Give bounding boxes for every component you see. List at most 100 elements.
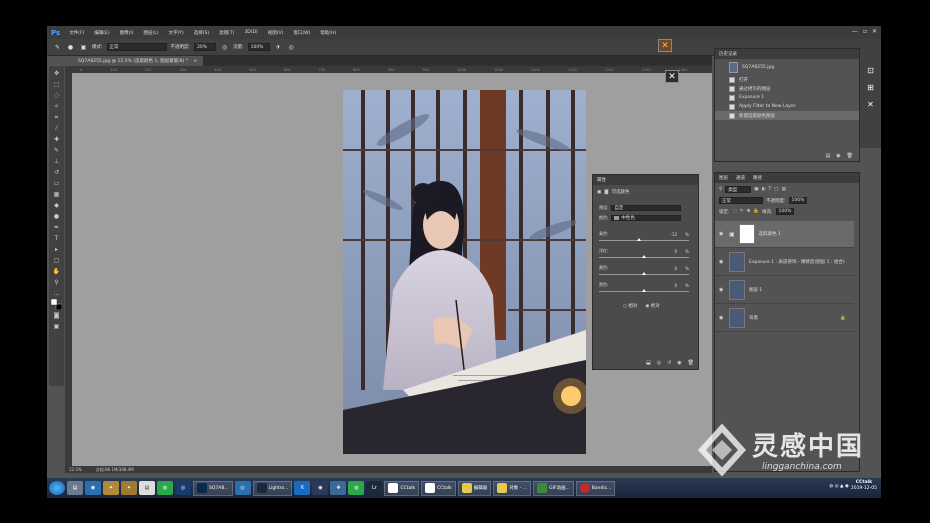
blur-tool-icon[interactable]: ◆ — [51, 200, 62, 211]
opacity-field[interactable]: 20% — [194, 43, 217, 51]
history-item[interactable]: 通过拷贝的图层 — [715, 84, 859, 93]
visibility-eye-icon[interactable]: ◉ — [719, 259, 725, 265]
brush-tool-icon[interactable]: ✎ — [53, 43, 62, 52]
history-brush-tool-icon[interactable]: ↺ — [51, 167, 62, 178]
menu-file[interactable]: 文件(F) — [64, 30, 89, 36]
kind-select[interactable]: 类型 — [725, 186, 752, 193]
trash-icon[interactable]: 🗑 — [847, 153, 853, 159]
slider-knob[interactable] — [642, 255, 646, 258]
filter-smart-icon[interactable]: ▤ — [782, 187, 786, 192]
visibility-icon[interactable]: ◉ — [677, 360, 681, 366]
taskbar-task[interactable]: GIF动画... — [533, 480, 574, 496]
crop-tool-icon[interactable]: ⌗ — [51, 112, 62, 123]
app-icon[interactable]: ◎ — [175, 481, 191, 495]
pressure-size-icon[interactable]: ◎ — [287, 43, 296, 52]
app-icon[interactable]: ✦ — [121, 481, 137, 495]
menu-type[interactable]: 文字(Y) — [164, 30, 189, 36]
app-icon[interactable]: ✦ — [103, 481, 119, 495]
zoom-tool-icon[interactable]: ⚲ — [51, 277, 62, 288]
slider-value[interactable]: 0 — [663, 249, 677, 254]
orange-close-icon[interactable]: ✕ — [658, 39, 672, 52]
new-document-from-state-icon[interactable]: ▤ — [826, 153, 831, 159]
relative-radio[interactable]: ○ 相对 — [623, 303, 637, 309]
visibility-eye-icon[interactable]: ◉ — [719, 315, 725, 321]
absolute-radio[interactable]: ◉ 绝对 — [645, 303, 659, 309]
colors-select[interactable]: 中性色 — [611, 215, 682, 221]
layer-row-background[interactable]: ◉ 背景 🔒 — [715, 305, 854, 332]
mode-select[interactable]: 正常 — [106, 43, 167, 51]
history-snapshot[interactable]: SQ7A8255.jpg — [715, 59, 859, 75]
minimize-icon[interactable]: — — [852, 28, 858, 35]
slider-knob[interactable] — [642, 289, 646, 292]
fill-field[interactable]: 100% — [775, 208, 794, 215]
tab-layers[interactable]: 图层 — [719, 175, 728, 181]
menu-filter[interactable]: 滤镜(T) — [214, 30, 239, 36]
filter-shape-icon[interactable]: ▢ — [774, 187, 778, 192]
layer-mask-thumbnail[interactable] — [738, 224, 755, 244]
history-item[interactable]: Exposure 1 — [715, 93, 859, 102]
taskbar-task[interactable]: CCtalk — [384, 480, 420, 496]
layer-row-selective-color[interactable]: ◉ ▣ 选取颜色 1 — [715, 221, 854, 248]
app-icon[interactable]: K — [294, 481, 311, 495]
close-overlay-icon[interactable]: ✕ — [665, 70, 679, 83]
camera-icon[interactable]: ◉ — [836, 153, 840, 159]
airbrush-icon[interactable]: ✈ — [274, 43, 283, 52]
view-previous-icon[interactable]: ◎ — [657, 360, 661, 366]
history-item[interactable]: Apply Filter to New Layer — [715, 102, 859, 111]
tab-paths[interactable]: 路径 — [753, 175, 762, 181]
eraser-tool-icon[interactable]: ▭ — [51, 178, 62, 189]
preset-select[interactable]: 自定 — [611, 205, 682, 211]
slider-value[interactable]: -12 — [663, 232, 677, 237]
layer-name[interactable]: 背景 — [749, 315, 758, 321]
taskbar-task[interactable]: SQ7A8... — [193, 480, 233, 496]
trash-icon[interactable]: 🗑 — [688, 360, 694, 366]
pressure-opacity-icon[interactable]: ◎ — [220, 43, 229, 52]
close-dock-icon[interactable]: ✕ — [867, 100, 874, 109]
layer-name[interactable]: 图层 1 — [749, 287, 762, 293]
shape-tool-icon[interactable]: ▢ — [51, 255, 62, 266]
lasso-tool-icon[interactable]: ◌ — [51, 90, 62, 101]
layer-name[interactable]: 选取颜色 1 — [759, 231, 781, 237]
layer-name[interactable]: Exposure 1 : 表皮修饰 - 精修后(图层 1 : 组合) — [749, 259, 845, 265]
flow-field[interactable]: 100% — [247, 43, 270, 51]
app-icon[interactable]: ◉ — [312, 481, 329, 495]
filter-adjust-icon[interactable]: ◐ — [762, 187, 766, 192]
start-button-icon[interactable] — [49, 481, 65, 495]
layer-opacity-field[interactable]: 100% — [788, 197, 807, 204]
filter-pixel-icon[interactable]: ▣ — [754, 187, 758, 192]
history-item-active[interactable]: 新建选取颜色图层 — [715, 111, 859, 120]
filter-type-icon[interactable]: T — [769, 187, 772, 192]
gradient-tool-icon[interactable]: ▦ — [51, 189, 62, 200]
type-tool-icon[interactable]: T — [51, 233, 62, 244]
brush-tool-icon[interactable]: ✎ — [51, 145, 62, 156]
app-icon[interactable]: ▤ — [67, 481, 83, 495]
tray-icons[interactable]: ◍ ◎ ▲ ◉ — [829, 484, 849, 489]
reset-icon[interactable]: ↺ — [667, 360, 671, 366]
eyedropper-tool-icon[interactable]: ⁄ — [51, 123, 62, 134]
wechat-icon[interactable]: ◍ — [157, 481, 173, 495]
history-dock-icon[interactable]: ⊡ — [867, 66, 874, 75]
menu-edit[interactable]: 编辑(E) — [89, 30, 114, 36]
taskbar-task[interactable]: Lightro... — [252, 480, 293, 496]
visibility-eye-icon[interactable]: ◉ — [719, 231, 725, 237]
taskbar-task[interactable]: 对象 - ... — [493, 480, 532, 496]
app-icon[interactable]: ▤ — [139, 481, 155, 495]
mask-icon[interactable]: ◙ — [604, 190, 608, 195]
path-select-tool-icon[interactable]: ▸ — [51, 244, 62, 255]
app-icon[interactable]: ❖ — [330, 481, 347, 495]
document-tab[interactable]: SQ7A8255.jpg @ 12.5% (选取颜色 1, 图层蒙版/8) * … — [72, 56, 204, 66]
clip-icon[interactable]: ⬓ — [646, 360, 651, 366]
slider-value[interactable]: 0 — [663, 283, 677, 288]
restore-icon[interactable]: ▫ — [863, 28, 867, 35]
close-icon[interactable]: ✕ — [872, 28, 877, 35]
slider-knob[interactable] — [642, 272, 646, 275]
layer-row-exposure[interactable]: ◉ Exposure 1 : 表皮修饰 - 精修后(图层 1 : 组合) — [715, 249, 854, 276]
taskbar-task[interactable]: CCtalk — [421, 480, 456, 496]
menu-layer[interactable]: 图层(L) — [139, 30, 164, 36]
brush-panel-icon[interactable]: ▣ — [79, 43, 88, 52]
clone-stamp-tool-icon[interactable]: ⊥ — [51, 156, 62, 167]
slider-value[interactable]: 0 — [663, 266, 677, 271]
menu-view[interactable]: 视图(V) — [263, 30, 289, 36]
lock-pixels-icon[interactable]: ⬚ — [733, 209, 737, 214]
healing-brush-tool-icon[interactable]: ✚ — [51, 134, 62, 145]
